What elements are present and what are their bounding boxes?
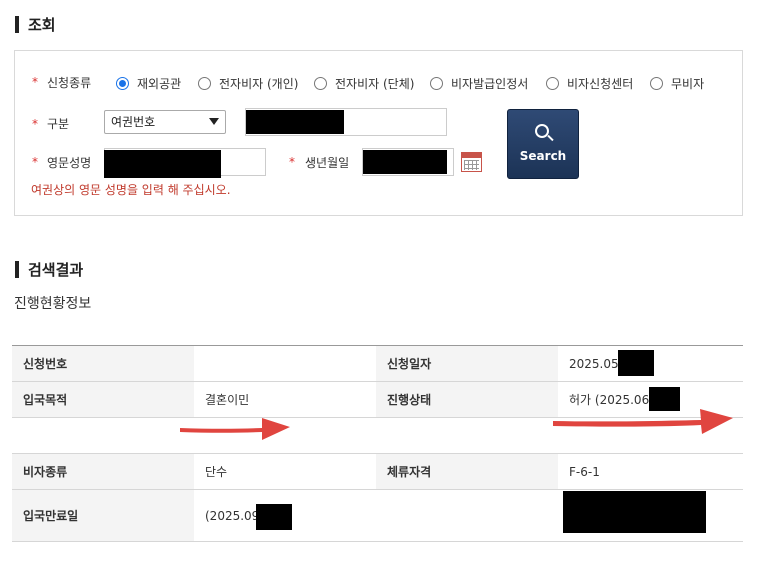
radio-option[interactable]: 전자비자 (단체) (314, 75, 414, 92)
title-bar (15, 16, 19, 33)
table-header-cell: 진행상태 (376, 382, 558, 417)
radio-option[interactable]: 비자신청센터 (546, 75, 633, 92)
table-value-cell (194, 346, 376, 381)
redacted-birthdate (363, 150, 447, 174)
radio-label: 비자발급인정서 (451, 77, 529, 91)
table-header-cell: 입국만료일 (12, 490, 194, 541)
table-row: 비자종류 단수 체류자격 F-6-1 (12, 454, 743, 490)
required-mark: * (32, 117, 38, 131)
table-value-cell (376, 490, 558, 541)
radio-label: 비자신청센터 (567, 77, 634, 91)
results-title-text: 검색결과 (28, 261, 84, 279)
search-button[interactable]: Search (507, 109, 579, 179)
search-button-label: Search (519, 149, 567, 163)
required-mark: * (289, 155, 295, 169)
table-header-cell: 체류자격 (376, 454, 558, 489)
radio-label: 전자비자 (단체) (335, 77, 415, 91)
search-icon (535, 124, 549, 138)
table-value-cell: 단수 (194, 454, 376, 489)
radio-option[interactable]: 재외공관 (116, 75, 181, 92)
category-select[interactable]: 여권번호 (104, 110, 226, 134)
radio-option[interactable]: 무비자 (650, 75, 704, 92)
table-header-cell: 입국목적 (12, 382, 194, 417)
radio-label: 무비자 (671, 77, 705, 91)
radio-selected-icon[interactable] (116, 77, 129, 90)
radio-label: 재외공관 (137, 77, 182, 91)
results-section-title: 검색결과 (15, 259, 83, 280)
annotation-arrow-icon (180, 418, 290, 440)
table-value-cell: F-6-1 (558, 454, 743, 489)
radio-option[interactable]: 전자비자 (개인) (198, 75, 298, 92)
redacted-expiry-date (256, 504, 292, 530)
radio-icon[interactable] (650, 77, 663, 90)
search-form: * 신청종류 재외공관 전자비자 (개인) 전자비자 (단체) 비자발급인정서 … (14, 50, 743, 216)
english-name-hint: 여권상의 영문 성명을 입력 해 주십시오. (31, 183, 231, 197)
radio-icon[interactable] (314, 77, 327, 90)
english-name-label: 영문성명 (47, 156, 92, 170)
birthdate-label: 생년월일 (305, 156, 350, 170)
inquiry-section-title: 조회 (15, 14, 56, 35)
required-mark: * (32, 75, 38, 89)
table-header-cell: 신청일자 (376, 346, 558, 381)
category-label: 구분 (47, 117, 70, 131)
radio-label: 전자비자 (개인) (219, 77, 299, 91)
redacted-application-date (618, 350, 654, 376)
annotation-arrow-icon (553, 409, 733, 434)
application-type-label: 신청종류 (47, 76, 92, 90)
category-select-value: 여권번호 (111, 115, 156, 129)
radio-icon[interactable] (198, 77, 211, 90)
required-mark: * (32, 155, 38, 169)
table-header-cell: 비자종류 (12, 454, 194, 489)
radio-icon[interactable] (430, 77, 443, 90)
inquiry-title-text: 조회 (28, 16, 56, 34)
calendar-icon[interactable] (461, 152, 482, 172)
title-bar (15, 261, 19, 278)
redacted-passport-number (246, 110, 344, 134)
chevron-down-icon (209, 118, 219, 125)
progress-info-subtitle: 진행현황정보 (14, 296, 92, 312)
radio-option[interactable]: 비자발급인정서 (430, 75, 528, 92)
redacted-expiry-extra (563, 491, 706, 533)
table-header-cell: 신청번호 (12, 346, 194, 381)
redacted-english-name (104, 150, 221, 178)
radio-icon[interactable] (546, 77, 559, 90)
